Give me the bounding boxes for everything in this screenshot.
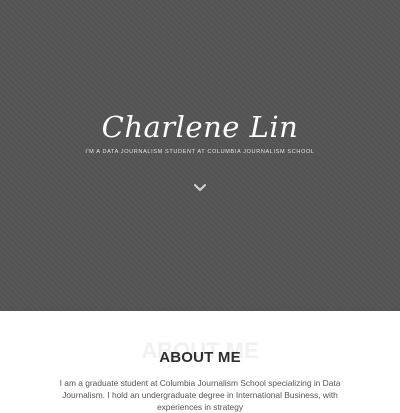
about-paragraph: I am a graduate student at Columbia Jour…: [59, 378, 341, 412]
hero-tagline: I'M A DATA JOURNALISM STUDENT AT COLUMBI…: [85, 149, 315, 155]
about-section: ABOUT ME ABOUT ME I am a graduate studen…: [0, 311, 400, 412]
hero-section: Charlene Lin I'M A DATA JOURNALISM STUDE…: [0, 0, 400, 311]
scroll-down-button[interactable]: [192, 181, 208, 195]
hero-name-title: Charlene Lin: [101, 110, 299, 144]
chevron-down-icon: [194, 184, 206, 191]
about-heading: ABOUT ME: [159, 349, 241, 366]
